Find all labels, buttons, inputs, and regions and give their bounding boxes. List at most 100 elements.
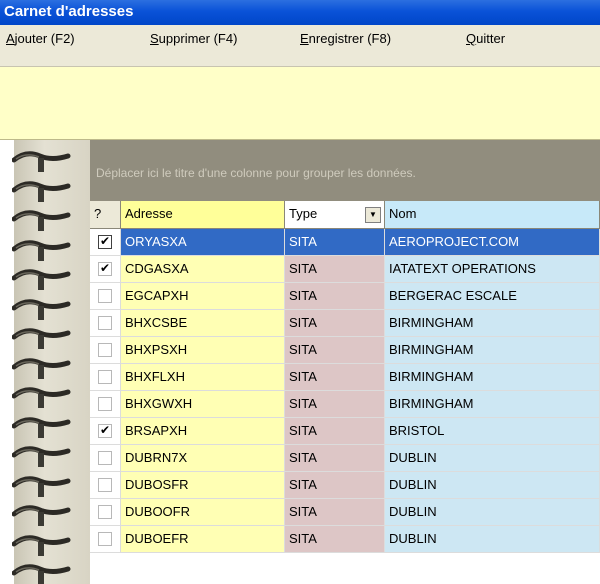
- cell-type[interactable]: SITA: [285, 418, 385, 445]
- table-row[interactable]: EGCAPXH SITA BERGERAC ESCALE: [90, 283, 600, 310]
- table-row[interactable]: BRSAPXHSITABRISTOL: [90, 418, 600, 445]
- cell-adresse[interactable]: BHXGWXH: [121, 391, 285, 418]
- row-checkbox[interactable]: [98, 343, 112, 357]
- row-checkbox[interactable]: [98, 451, 112, 465]
- cell-nom[interactable]: BIRMINGHAM: [385, 310, 600, 337]
- row-check-cell: [90, 472, 121, 499]
- cell-nom[interactable]: DUBLIN: [385, 472, 600, 499]
- spiral-ring-icon: [11, 380, 72, 410]
- menu-enregistrer-label: nregistrer (F8): [308, 31, 392, 46]
- menu-quitter[interactable]: Quitter: [466, 31, 505, 46]
- spiral-ring-icon: [11, 528, 72, 558]
- row-check-cell: [90, 256, 121, 283]
- table-row[interactable]: ORYASXASITAAEROPROJECT.COM: [90, 229, 600, 256]
- menu-ajouter-mnemonic: A: [6, 31, 15, 46]
- row-checkbox[interactable]: [98, 234, 112, 249]
- column-header-adresse[interactable]: Adresse: [121, 201, 285, 229]
- table-row[interactable]: DUBOSFR SITA DUBLIN: [90, 472, 600, 499]
- cell-adresse[interactable]: DUBOEFR: [121, 526, 285, 553]
- spiral-ring-icon: [11, 174, 72, 204]
- cell-nom[interactable]: DUBLIN: [385, 499, 600, 526]
- menu-supprimer-label: upprimer (F4): [158, 31, 238, 46]
- column-header-check[interactable]: ?: [90, 201, 121, 229]
- cell-nom[interactable]: BRISTOL: [385, 418, 600, 445]
- table-row[interactable]: CDGASXASITAIATATEXT OPERATIONS: [90, 256, 600, 283]
- cell-nom[interactable]: BERGERAC ESCALE: [385, 283, 600, 310]
- row-checkbox[interactable]: [98, 423, 112, 438]
- row-check-cell: [90, 418, 121, 445]
- table-row[interactable]: BHXFLXH SITA BIRMINGHAM: [90, 364, 600, 391]
- row-check-cell: [90, 337, 121, 364]
- group-by-hint: Déplacer ici le titre d'une colonne pour…: [96, 166, 416, 180]
- cell-adresse[interactable]: DUBOSFR: [121, 472, 285, 499]
- cell-type[interactable]: SITA: [285, 310, 385, 337]
- spiral-ring-icon: [11, 292, 72, 322]
- cell-type[interactable]: SITA: [285, 472, 385, 499]
- cell-nom[interactable]: BIRMINGHAM: [385, 391, 600, 418]
- cell-adresse[interactable]: BHXFLXH: [121, 364, 285, 391]
- column-header-type[interactable]: Type ▼: [285, 201, 385, 229]
- cell-nom[interactable]: DUBLIN: [385, 445, 600, 472]
- cell-type[interactable]: SITA: [285, 499, 385, 526]
- cell-type[interactable]: SITA: [285, 391, 385, 418]
- type-filter-dropdown-icon[interactable]: ▼: [365, 207, 381, 223]
- menu-enregistrer-mnemonic: E: [300, 31, 309, 46]
- cell-adresse[interactable]: BHXPSXH: [121, 337, 285, 364]
- cell-type[interactable]: SITA: [285, 283, 385, 310]
- table-row[interactable]: DUBRN7X SITA DUBLIN: [90, 445, 600, 472]
- cell-adresse[interactable]: EGCAPXH: [121, 283, 285, 310]
- spiral-ring-icon: [11, 321, 72, 351]
- cell-type[interactable]: SITA: [285, 337, 385, 364]
- spiral-ring-icon: [11, 439, 72, 469]
- cell-nom[interactable]: IATATEXT OPERATIONS: [385, 256, 600, 283]
- menu-quitter-label: uitter: [476, 31, 506, 46]
- table-row[interactable]: BHXGWXH SITA BIRMINGHAM: [90, 391, 600, 418]
- notebook-spiral: [0, 140, 90, 584]
- row-check-cell: [90, 364, 121, 391]
- cell-type[interactable]: SITA: [285, 526, 385, 553]
- table-row[interactable]: DUBOEFR SITA DUBLIN: [90, 526, 600, 553]
- column-header-nom[interactable]: Nom: [385, 201, 600, 229]
- menu-bar: Ajouter (F2) Supprimer (F4) Enregistrer …: [0, 25, 600, 67]
- address-grid-area: Déplacer ici le titre d'une colonne pour…: [90, 140, 600, 584]
- table-row[interactable]: BHXCSBE SITA BIRMINGHAM: [90, 310, 600, 337]
- spiral-ring-icon: [11, 262, 72, 292]
- row-check-cell: [90, 445, 121, 472]
- row-checkbox[interactable]: [98, 261, 112, 276]
- menu-quitter-mnemonic: Q: [466, 31, 477, 46]
- row-check-cell: [90, 499, 121, 526]
- group-by-panel[interactable]: Déplacer ici le titre d'une colonne pour…: [90, 140, 600, 201]
- menu-supprimer[interactable]: Supprimer (F4): [150, 31, 237, 46]
- row-checkbox[interactable]: [98, 397, 112, 411]
- spiral-ring-icon: [11, 557, 72, 584]
- cell-type[interactable]: SITA: [285, 445, 385, 472]
- cell-type[interactable]: SITA: [285, 229, 385, 256]
- cell-type[interactable]: SITA: [285, 364, 385, 391]
- cell-nom[interactable]: AEROPROJECT.COM: [385, 229, 600, 256]
- cell-nom[interactable]: BIRMINGHAM: [385, 364, 600, 391]
- spiral-ring-icon: [11, 351, 72, 381]
- cell-adresse[interactable]: DUBOOFR: [121, 499, 285, 526]
- cell-adresse[interactable]: CDGASXA: [121, 256, 285, 283]
- row-checkbox[interactable]: [98, 478, 112, 492]
- spiral-ring-icon: [11, 498, 72, 528]
- row-checkbox[interactable]: [98, 370, 112, 384]
- cell-adresse[interactable]: DUBRN7X: [121, 445, 285, 472]
- menu-ajouter[interactable]: Ajouter (F2): [6, 31, 75, 46]
- row-check-cell: [90, 283, 121, 310]
- table-row[interactable]: DUBOOFR SITA DUBLIN: [90, 499, 600, 526]
- cell-nom[interactable]: BIRMINGHAM: [385, 337, 600, 364]
- cell-adresse[interactable]: BRSAPXH: [121, 418, 285, 445]
- menu-enregistrer[interactable]: Enregistrer (F8): [300, 31, 391, 46]
- table-row[interactable]: BHXPSXH SITA BIRMINGHAM: [90, 337, 600, 364]
- cell-adresse[interactable]: BHXCSBE: [121, 310, 285, 337]
- row-checkbox[interactable]: [98, 289, 112, 303]
- window-title: Carnet d'adresses: [0, 0, 600, 25]
- row-checkbox[interactable]: [98, 505, 112, 519]
- row-checkbox[interactable]: [98, 532, 112, 546]
- cell-nom[interactable]: DUBLIN: [385, 526, 600, 553]
- cell-adresse[interactable]: ORYASXA: [121, 229, 285, 256]
- cell-type[interactable]: SITA: [285, 256, 385, 283]
- row-check-cell: [90, 310, 121, 337]
- row-checkbox[interactable]: [98, 316, 112, 330]
